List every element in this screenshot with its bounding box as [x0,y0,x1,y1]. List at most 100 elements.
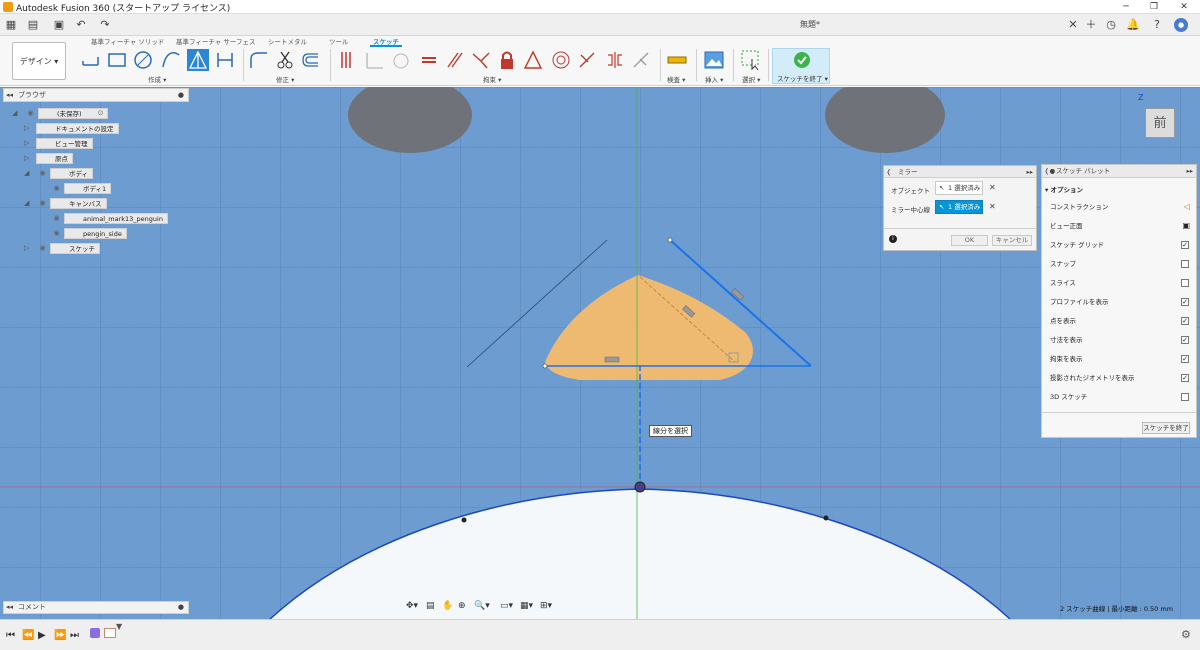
parallel-constraint-glyph[interactable] [731,288,745,301]
tree-item-canvas-side[interactable]: pengin_side [64,228,127,239]
arc-point[interactable] [823,515,829,521]
rectangle-tool-icon[interactable] [106,49,128,71]
slice-checkbox[interactable] [1181,279,1189,287]
parallel-constraint-icon[interactable] [444,49,466,71]
close-tab-icon[interactable]: ✕ [1066,18,1080,32]
tab-tools[interactable]: ツール [326,37,352,47]
expand-icon[interactable]: ◢ [24,198,32,209]
ok-button[interactable]: OK [951,235,988,246]
play-icon[interactable]: ▶ [38,630,46,641]
palette-row-show-profile[interactable]: プロファイルを表示 ✓ [1050,296,1192,308]
viewports-icon[interactable]: ⊞▾ [540,601,552,611]
close-button[interactable]: ✕ [1170,0,1198,14]
palette-row-construction[interactable]: コンストラクション ◁ [1050,201,1192,213]
sketch-palette-header[interactable]: ❬● スケッチ パレット ▸▸ [1042,165,1196,178]
sketch-point[interactable] [542,363,548,369]
expand-icon[interactable]: ▷ [24,138,32,149]
user-avatar[interactable]: ● [1174,18,1188,32]
select-group-label[interactable]: 選択 ▾ [742,74,760,84]
3d-sketch-checkbox[interactable] [1181,393,1189,401]
fillet-tool-icon[interactable] [248,49,270,71]
horizontal-vertical-constraint-icon[interactable] [522,49,544,71]
look-at-icon[interactable]: ▤ [426,601,435,611]
grid-settings-icon[interactable]: ▦▾ [520,601,533,611]
palette-row-show-dimensions[interactable]: 寸法を表示 ✓ [1050,334,1192,346]
finish-sketch-palette-button[interactable]: スケッチを終了 [1142,422,1190,434]
save-icon[interactable]: ▣ [52,18,66,32]
insert-image-icon[interactable] [703,49,725,71]
horizontal-constraint-glyph[interactable] [604,356,620,363]
collapse-icon[interactable]: ◂◂ [6,602,13,613]
zoom-icon[interactable]: ⊕ [458,601,466,611]
expand-icon[interactable]: ▷ [24,153,32,164]
notification-icon[interactable]: 🔔 [1126,18,1140,32]
clear-object-icon[interactable]: ✕ [989,183,996,192]
expand-palette-icon[interactable]: ▸▸ [1186,165,1193,178]
expand-dialog-icon[interactable]: ▸▸ [1026,166,1033,178]
viewcube[interactable]: 前 [1145,108,1175,138]
tree-item-canvas-penguin[interactable]: animal_mark13_penguin [64,213,168,224]
select-window-icon[interactable] [740,49,762,71]
collapse-icon[interactable]: ❬ [886,166,891,178]
offset-tool-icon[interactable] [300,49,322,71]
tree-item-bodies[interactable]: ボディ [50,168,94,179]
first-frame-icon[interactable]: ⏮ [6,630,15,641]
tree-item-canvases[interactable]: キャンバス [50,198,107,209]
tree-item-origin[interactable]: 原点 [36,153,73,164]
perpendicular-constraint-icon[interactable] [470,49,492,71]
browser-header[interactable]: ◂◂ ブラウザ ● [3,88,189,102]
minimize-button[interactable]: ─ [1112,0,1140,14]
timeline-body-feature-icon[interactable] [90,628,100,638]
next-frame-icon[interactable]: ⏩ [54,630,66,641]
show-profile-checkbox[interactable]: ✓ [1181,298,1189,306]
palette-row-show-points[interactable]: 点を表示 ✓ [1050,315,1192,327]
line-tool-icon[interactable] [80,49,102,71]
tab-surface[interactable]: 基準フィーチャ サーフェス [173,37,258,47]
equal-constraint-icon[interactable] [418,49,440,71]
show-projected-checkbox[interactable]: ✓ [1181,374,1189,382]
polygon-tool-icon[interactable] [187,49,209,71]
tree-item-body1[interactable]: ボディ1 [64,183,112,194]
snap-checkbox[interactable] [1181,260,1189,268]
expand-icon[interactable]: ▷ [24,123,32,134]
palette-row-slice[interactable]: スライス [1050,277,1192,289]
pin-icon[interactable]: ● [178,89,184,101]
tree-item-sketches[interactable]: スケッチ [50,243,100,254]
expand-icon[interactable]: ◢ [12,108,20,119]
mirror-tool-icon[interactable] [214,49,236,71]
tree-item-document-settings[interactable]: ドキュメントの設定 [36,123,119,134]
mirror-dialog-header[interactable]: ❬ ミラー ▸▸ [884,166,1036,178]
timeline-settings-gear-icon[interactable]: ⚙ [1181,628,1191,641]
tree-item-named-views[interactable]: ビュー管理 [36,138,93,149]
origin-point[interactable] [634,481,646,493]
trim-scissors-icon[interactable] [274,49,296,71]
insert-group-label[interactable]: 挿入 ▾ [705,74,723,84]
palette-row-snap[interactable]: スナップ [1050,258,1192,270]
constraints-group-label[interactable]: 拘束 ▾ [483,74,501,84]
visibility-eye-icon[interactable]: ◉ [38,198,47,209]
visibility-eye-icon[interactable]: ◉ [26,108,35,119]
sketch-point[interactable] [667,237,673,243]
pin-icon[interactable]: ● [178,602,184,613]
object-select-button[interactable]: ↖ 1 選択済み [935,181,983,195]
info-icon[interactable]: i [889,235,897,243]
visibility-eye-icon[interactable]: ◉ [38,243,47,254]
inspect-group-label[interactable]: 検査 ▾ [667,74,685,84]
tab-solid[interactable]: 基準フィーチャ ソリッド [88,37,167,47]
document-tab[interactable]: 無題* [540,16,1080,34]
tangent-constraint-icon[interactable] [390,49,412,71]
measure-ruler-icon[interactable] [666,49,688,71]
redo-icon[interactable]: ↷ [98,18,112,32]
concentric-constraint-icon[interactable] [550,49,572,71]
expand-icon[interactable]: ◢ [24,168,32,179]
maximize-button[interactable]: ❐ [1140,0,1168,14]
show-points-checkbox[interactable]: ✓ [1181,317,1189,325]
collapse-icon[interactable]: ❬● [1044,165,1055,178]
timeline-marker-icon[interactable]: ▼ [116,622,122,631]
undo-icon[interactable]: ↶ [74,18,88,32]
tab-sketch[interactable]: スケッチ [370,37,402,47]
circle-tool-icon[interactable] [132,49,154,71]
arc-point[interactable] [461,517,467,523]
cancel-button[interactable]: キャンセル [992,235,1032,246]
visibility-eye-icon[interactable]: ◉ [52,183,61,194]
